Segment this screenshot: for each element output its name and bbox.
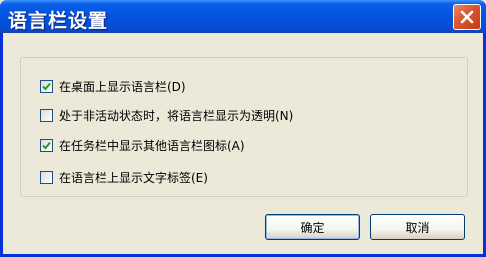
option-label: 在桌面上显示语言栏(D) [59, 79, 186, 94]
option-transparent-when-inactive[interactable]: 处于非活动状态时，将语言栏显示为透明(N) [40, 107, 293, 123]
close-button[interactable] [453, 4, 481, 30]
option-label: 在任务栏中显示其他语言栏图标(A) [59, 138, 245, 153]
checkbox-transparent-when-inactive[interactable] [40, 108, 53, 122]
checkbox-show-text-labels[interactable] [40, 170, 53, 184]
checkbox-show-additional-icons[interactable] [40, 138, 53, 152]
language-bar-settings-dialog: 语言栏设置 在桌面上显示语言栏(D) 处于非活动状态时，将语言栏显示为透明(N)… [0, 0, 486, 257]
option-show-text-labels[interactable]: 在语言栏上显示文字标签(E) [40, 169, 208, 185]
cancel-button[interactable]: 取消 [370, 214, 465, 240]
ok-button[interactable]: 确定 [265, 214, 360, 240]
options-group: 在桌面上显示语言栏(D) 处于非活动状态时，将语言栏显示为透明(N) 在任务栏中… [20, 57, 468, 197]
check-icon [42, 141, 51, 149]
title-bar[interactable]: 语言栏设置 [0, 0, 486, 33]
option-label: 处于非活动状态时，将语言栏显示为透明(N) [59, 108, 294, 123]
checkbox-show-on-desktop[interactable] [40, 79, 53, 93]
dialog-title: 语言栏设置 [8, 10, 109, 32]
option-label: 在语言栏上显示文字标签(E) [59, 170, 208, 185]
check-icon [42, 82, 51, 90]
option-show-on-desktop[interactable]: 在桌面上显示语言栏(D) [40, 78, 186, 94]
close-icon [460, 10, 474, 24]
option-show-additional-icons[interactable]: 在任务栏中显示其他语言栏图标(A) [40, 137, 245, 153]
